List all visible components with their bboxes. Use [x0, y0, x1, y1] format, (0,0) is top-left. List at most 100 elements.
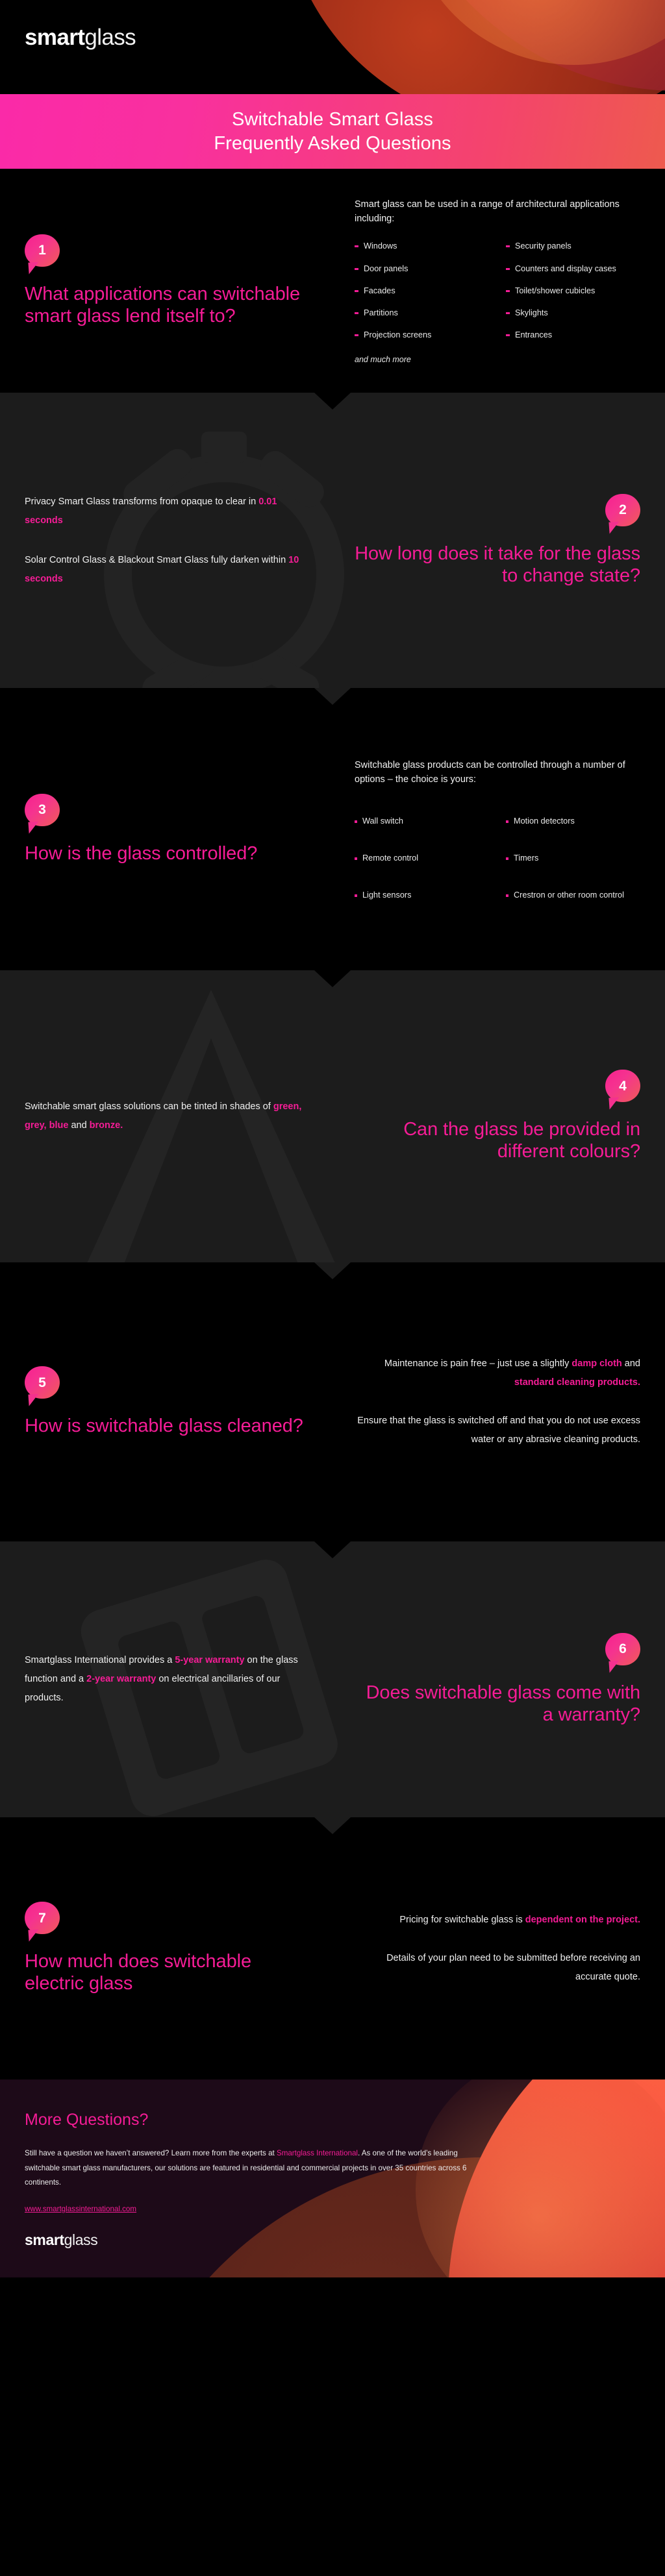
faq-5-answer-1-text: Maintenance is pain free – just use a sl… [384, 1358, 572, 1369]
faq-2-answer-1: Privacy Smart Glass transforms from opaq… [25, 493, 310, 530]
bullet-dash-icon [506, 334, 510, 337]
list-item-label: Facades [364, 286, 395, 295]
faq-section-6: Smartglass International provides a 5-ye… [0, 1541, 665, 1817]
list-item-label: Door panels [364, 264, 408, 273]
faq-5-number-badge: 5 [25, 1366, 60, 1399]
smartglass-international-link[interactable]: Smartglass International [277, 2149, 358, 2157]
bullet-dash-icon [355, 312, 358, 315]
faq-4-answer-highlight-2: bronze. [89, 1120, 123, 1131]
bullet-square-icon [506, 857, 508, 860]
faq-2-number-badge: 2 [605, 493, 640, 526]
faq-7-answer-2: Details of your plan need to be submitte… [386, 1952, 640, 1982]
faq-7-answer-column: Pricing for switchable glass is dependen… [332, 1817, 640, 2079]
faq-7-answer-1-text: Pricing for switchable glass is [399, 1914, 525, 1925]
list-item: Projection screens [355, 330, 489, 340]
faq-section-1: 1 What applications can switchable smart… [0, 169, 665, 393]
section-notch-icon [314, 688, 351, 705]
faq-6-number-badge: 6 [605, 1632, 640, 1665]
faq-5-answer-1-highlight-2: standard cleaning products. [514, 1377, 640, 1388]
faq-6-answer-column: Smartglass International provides a 5-ye… [25, 1541, 332, 1817]
list-item: Light sensors [355, 890, 489, 900]
faq-1-number: 1 [38, 243, 46, 258]
website-url-link[interactable]: www.smartglassinternational.com [25, 2205, 640, 2213]
faq-3-question-column: 3 How is the glass controlled? [25, 688, 332, 970]
faq-section-4: Switchable smart glass solutions can be … [0, 970, 665, 1262]
faq-7-number: 7 [38, 1910, 46, 1926]
faq-2-answer-2: Solar Control Glass & Blackout Smart Gla… [25, 551, 310, 589]
section-notch-icon [314, 1817, 351, 1834]
faq-1-number-badge: 1 [25, 234, 60, 267]
footer-body-pre: Still have a question we haven’t answere… [25, 2149, 277, 2157]
brand-logo-light: glass [84, 25, 136, 50]
footer-logo-bold: smart [25, 2231, 64, 2248]
list-item: Motion detectors [506, 816, 640, 826]
infographic-page: smartglass Switchable Smart Glass Freque… [0, 0, 665, 2576]
faq-2-question-column: 2 How long does it take for the glass to… [332, 393, 640, 688]
list-item: Skylights [506, 308, 640, 318]
list-item-label: Wall switch [362, 816, 403, 826]
list-item-label: Light sensors [362, 890, 412, 900]
section-notch-icon [314, 1541, 351, 1558]
list-item-label: Projection screens [364, 330, 432, 340]
faq-5-question-column: 5 How is switchable glass cleaned? [25, 1262, 332, 1541]
bullet-dash-icon [355, 245, 358, 248]
bullet-dash-icon [506, 245, 510, 248]
faq-2-answer-column: Privacy Smart Glass transforms from opaq… [25, 393, 332, 688]
faq-5-question: How is switchable glass cleaned? [25, 1416, 303, 1437]
faq-1-note: and much more [355, 354, 411, 364]
faq-2-answer-1-text: Privacy Smart Glass transforms from opaq… [25, 496, 259, 507]
list-item-label: Partitions [364, 308, 398, 318]
bullet-dash-icon [506, 267, 510, 270]
list-item: Wall switch [355, 816, 489, 826]
hero-header: smartglass [0, 0, 665, 94]
brand-logo: smartglass [25, 26, 136, 49]
faq-4-number: 4 [619, 1078, 627, 1094]
section-notch-icon [314, 1262, 351, 1279]
faq-6-question-column: 6 Does switchable glass come with a warr… [332, 1541, 640, 1817]
bullet-square-icon [506, 820, 508, 823]
faq-4-answer-mid: and [68, 1120, 90, 1131]
footer-body: Still have a question we haven’t answere… [25, 2146, 479, 2190]
list-item: Timers [506, 853, 640, 863]
faq-5-answer-2: Ensure that the glass is switched off an… [357, 1416, 640, 1445]
faq-1-question: What applications can switchable smart g… [25, 283, 300, 326]
faq-4-answer-column: Switchable smart glass solutions can be … [25, 970, 332, 1262]
faq-7-number-badge: 7 [25, 1902, 60, 1935]
faq-3-bullet-grid: Wall switch Remote control Light sensors… [355, 816, 640, 901]
faq-1-bullet-grid: Windows Door panels Facades Partitions P… [355, 241, 640, 340]
faq-3-question: How is the glass controlled? [25, 842, 258, 864]
faq-2-answer-2-text: Solar Control Glass & Blackout Smart Gla… [25, 554, 289, 565]
faq-3-number: 3 [38, 802, 46, 818]
faq-7-answer-1: Pricing for switchable glass is dependen… [355, 1911, 640, 1930]
list-item-label: Crestron or other room control [514, 890, 624, 900]
bullet-square-icon [355, 857, 357, 860]
faq-3-number-badge: 3 [25, 793, 60, 826]
faq-1-bullets-right: Security panels Counters and display cas… [506, 241, 640, 340]
bullet-dash-icon [355, 267, 358, 270]
list-item: Partitions [355, 308, 489, 318]
page-title: Switchable Smart Glass [231, 108, 434, 130]
faq-3-bullets-right: Motion detectors Timers Crestron or othe… [506, 816, 640, 901]
title-banner: Switchable Smart Glass Frequently Asked … [0, 94, 665, 169]
faq-5-number: 5 [38, 1375, 46, 1390]
faq-4-answer-text: Switchable smart glass solutions can be … [25, 1101, 273, 1112]
faq-7-question: How much does switchable electric glass [25, 1951, 251, 1994]
faq-4-number-badge: 4 [605, 1070, 640, 1103]
list-item: Entrances [506, 330, 640, 340]
list-item-label: Windows [364, 241, 397, 251]
list-item: Door panels [355, 264, 489, 274]
bullet-square-icon [355, 820, 357, 823]
section-notch-icon [314, 393, 351, 410]
bullet-dash-icon [506, 289, 510, 292]
faq-6-answer-text: Smartglass International provides a [25, 1655, 175, 1665]
faq-6-answer-highlight-2: 2-year warranty [86, 1674, 157, 1684]
list-item: Crestron or other room control [506, 890, 640, 900]
list-item: Security panels [506, 241, 640, 251]
faq-1-bullets-left: Windows Door panels Facades Partitions P… [355, 241, 489, 340]
list-item: Toilet/shower cubicles [506, 286, 640, 296]
bullet-dash-icon [506, 312, 510, 315]
list-item: Windows [355, 241, 489, 251]
section-notch-icon [314, 970, 351, 987]
footer-logo-light: glass [64, 2231, 98, 2248]
faq-7-question-column: 7 How much does switchable electric glas… [25, 1817, 332, 2079]
